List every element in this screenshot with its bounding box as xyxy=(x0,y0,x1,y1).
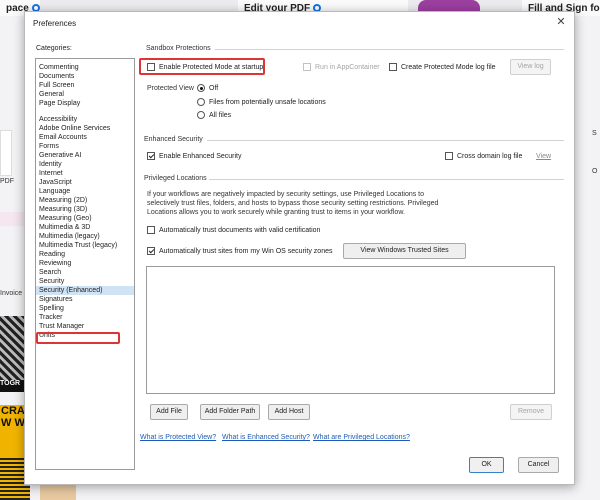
category-item-tracker[interactable]: Tracker xyxy=(36,313,134,322)
category-item-security[interactable]: Security xyxy=(36,277,134,286)
category-item-general[interactable]: General xyxy=(36,90,134,99)
view-trusted-sites-button[interactable]: View Windows Trusted Sites xyxy=(343,243,466,259)
background-label-invoice: Invoice xyxy=(0,290,23,297)
category-item-search[interactable]: Search xyxy=(36,268,134,277)
category-item-spelling[interactable]: Spelling xyxy=(36,304,134,313)
radio-label: All files xyxy=(209,111,232,119)
background-banner xyxy=(0,212,24,226)
checkbox-box xyxy=(147,63,155,71)
radio-label: Off xyxy=(209,84,219,92)
category-item-measuring-2d[interactable]: Measuring (2D) xyxy=(36,196,134,205)
category-item-page-display[interactable]: Page Display xyxy=(36,99,134,108)
category-item-reading[interactable]: Reading xyxy=(36,250,134,259)
checkbox-box xyxy=(147,152,155,160)
background-card xyxy=(0,130,12,176)
auto-trust-cert-label: Automatically trust documents with valid… xyxy=(159,226,321,234)
add-file-button[interactable]: Add File xyxy=(150,404,188,420)
category-item-commenting[interactable]: Commenting xyxy=(36,63,134,72)
background-label-o: O xyxy=(592,168,598,175)
checkbox-box xyxy=(147,226,155,234)
what-are-privileged-locations-link[interactable]: What are Privileged Locations? xyxy=(313,434,410,441)
privileged-locations-list[interactable] xyxy=(146,266,555,394)
what-is-enhanced-security-link[interactable]: What is Enhanced Security? xyxy=(222,434,310,441)
protected-view-off-radio[interactable]: Off xyxy=(197,84,218,92)
category-group: Accessibility Adobe Online Services Email … xyxy=(36,115,134,340)
category-item-language[interactable]: Language xyxy=(36,187,134,196)
categories-label: Categories: xyxy=(36,45,72,52)
category-item-full-screen[interactable]: Full Screen xyxy=(36,81,134,90)
category-group: Commenting Documents Full Screen General Pag… xyxy=(36,63,134,108)
enhanced-security-label: Enable Enhanced Security xyxy=(159,152,242,160)
dialog-titlebar: Preferences ✕ xyxy=(25,12,574,34)
create-log-checkbox[interactable]: Create Protected Mode log file xyxy=(389,63,496,71)
close-icon[interactable]: ✕ xyxy=(556,17,566,28)
protected-view-all-radio[interactable]: All files xyxy=(197,111,231,119)
appcontainer-label: Run in AppContainer xyxy=(315,63,380,71)
category-item-adobe-online-services[interactable]: Adobe Online Services xyxy=(36,124,134,133)
category-item-documents[interactable]: Documents xyxy=(36,72,134,81)
section-divider xyxy=(207,140,564,141)
category-item-signatures[interactable]: Signatures xyxy=(36,295,134,304)
category-item-security-enhanced[interactable]: Security (Enhanced) xyxy=(36,286,134,295)
background-label-pdf: PDF xyxy=(0,178,14,185)
checkbox-box xyxy=(303,63,311,71)
category-item-javascript[interactable]: JavaScript xyxy=(36,178,134,187)
enhanced-section-title: Enhanced Security xyxy=(144,136,203,143)
radio-dot xyxy=(197,84,205,92)
enhanced-security-checkbox[interactable]: Enable Enhanced Security xyxy=(147,152,242,160)
checkbox-box xyxy=(147,247,155,255)
ok-button[interactable]: OK xyxy=(469,457,504,473)
radio-dot xyxy=(197,98,205,106)
auto-trust-sites-checkbox[interactable]: Automatically trust sites from my Win OS… xyxy=(147,247,333,255)
cross-domain-checkbox[interactable]: Cross domain log file xyxy=(445,152,522,160)
add-folder-path-button[interactable]: Add Folder Path xyxy=(200,404,260,420)
category-item-multimedia-trust-legacy[interactable]: Multimedia Trust (legacy) xyxy=(36,241,134,250)
category-item-forms[interactable]: Forms xyxy=(36,142,134,151)
what-is-protected-view-link[interactable]: What is Protected View? xyxy=(140,434,216,441)
radio-label: Files from potentially unsafe locations xyxy=(209,98,326,106)
sandbox-section-title: Sandbox Protections xyxy=(146,45,211,52)
background-label-s: S xyxy=(592,130,597,137)
category-item-internet[interactable]: Internet xyxy=(36,169,134,178)
auto-trust-sites-label: Automatically trust sites from my Win OS… xyxy=(159,247,333,255)
appcontainer-checkbox[interactable]: Run in AppContainer xyxy=(303,63,380,71)
protected-mode-label: Enable Protected Mode at startup xyxy=(159,63,264,71)
category-item-multimedia-3d[interactable]: Multimedia & 3D xyxy=(36,223,134,232)
category-item-units[interactable]: Units xyxy=(36,331,134,340)
protected-view-label: Protected View xyxy=(147,85,194,92)
privileged-description: If your workflows are negatively impacte… xyxy=(147,191,439,216)
auto-trust-cert-checkbox[interactable]: Automatically trust documents with valid… xyxy=(147,226,320,234)
add-host-button[interactable]: Add Host xyxy=(268,404,310,420)
remove-button[interactable]: Remove xyxy=(510,404,552,420)
privileged-section-title: Privileged Locations xyxy=(144,175,207,182)
categories-list[interactable]: Commenting Documents Full Screen General Pag… xyxy=(35,58,135,470)
view-cross-domain-link[interactable]: View xyxy=(536,153,551,160)
category-item-identity[interactable]: Identity xyxy=(36,160,134,169)
category-item-accessibility[interactable]: Accessibility xyxy=(36,115,134,124)
checkbox-box xyxy=(445,152,453,160)
category-item-trust-manager[interactable]: Trust Manager xyxy=(36,322,134,331)
category-item-generative-ai[interactable]: Generative AI xyxy=(36,151,134,160)
dialog-title: Preferences xyxy=(33,19,77,28)
protected-view-unsafe-radio[interactable]: Files from potentially unsafe locations xyxy=(197,98,326,106)
preferences-dialog: Preferences ✕ Categories: Commenting Docu… xyxy=(24,11,575,485)
category-item-reviewing[interactable]: Reviewing xyxy=(36,259,134,268)
radio-dot xyxy=(197,111,205,119)
protected-mode-checkbox[interactable]: Enable Protected Mode at startup xyxy=(147,63,263,71)
checkbox-box xyxy=(389,63,397,71)
category-item-measuring-3d[interactable]: Measuring (3D) xyxy=(36,205,134,214)
cross-domain-label: Cross domain log file xyxy=(457,152,523,160)
cancel-button[interactable]: Cancel xyxy=(518,457,559,473)
category-item-multimedia-legacy[interactable]: Multimedia (legacy) xyxy=(36,232,134,241)
create-log-label: Create Protected Mode log file xyxy=(401,63,496,71)
category-item-email-accounts[interactable]: Email Accounts xyxy=(36,133,134,142)
section-divider xyxy=(215,49,564,50)
section-divider xyxy=(209,179,564,180)
category-item-measuring-geo[interactable]: Measuring (Geo) xyxy=(36,214,134,223)
view-log-button[interactable]: View log xyxy=(510,59,551,75)
